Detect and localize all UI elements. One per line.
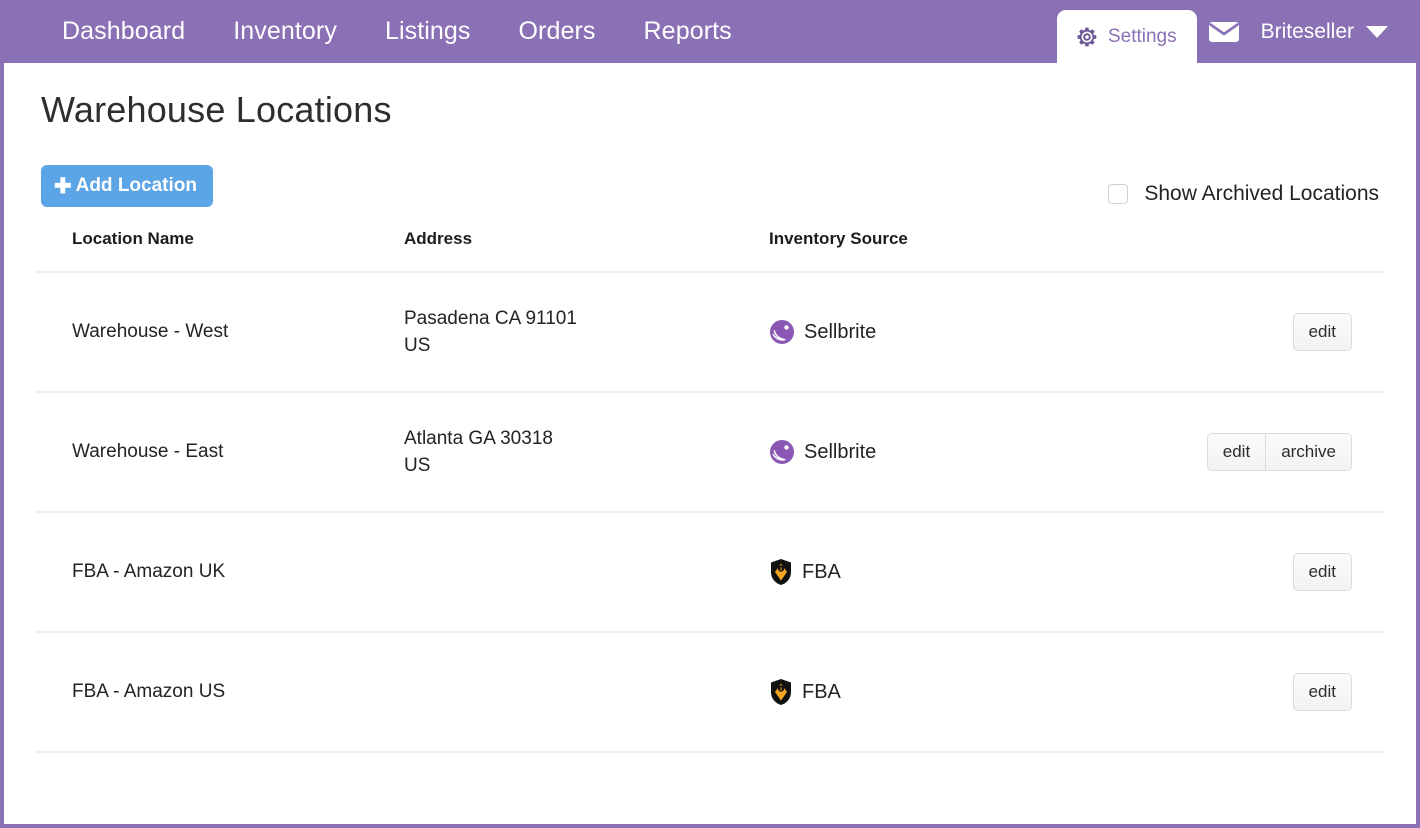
cell-address: Atlanta GA 30318 US (404, 392, 769, 513)
tab-settings-label: Settings (1107, 25, 1177, 47)
table-body: Warehouse - West Pasadena CA 91101 US Se… (36, 272, 1384, 753)
edit-button[interactable]: edit (1292, 553, 1352, 591)
amazon-fba-shield-icon: a (771, 679, 791, 705)
table-header-row: Location Name Address Inventory Source (36, 221, 1384, 273)
svg-text:a: a (780, 686, 783, 692)
column-header-address: Address (404, 221, 769, 273)
page-content: Warehouse Locations ✚ Add Location Show … (4, 89, 1416, 753)
address-line-2: US (404, 335, 431, 356)
cell-address (404, 632, 769, 753)
row-action-group: edit (1292, 313, 1352, 351)
amazon-fba-shield-icon: a (771, 559, 791, 585)
cell-address: Pasadena CA 91101 US (404, 272, 769, 393)
sellbrite-logo-icon (770, 440, 794, 464)
account-menu[interactable]: Briteseller (1251, 0, 1402, 63)
archive-button[interactable]: archive (1266, 433, 1352, 471)
table-row: FBA - Amazon US a FBA edit (36, 632, 1384, 753)
gear-icon (1077, 27, 1097, 46)
cell-inventory-source: Sellbrite (769, 272, 1189, 393)
row-action-group: edit archive (1206, 433, 1352, 471)
add-location-button[interactable]: ✚ Add Location (41, 165, 213, 207)
table-row: Warehouse - West Pasadena CA 91101 US Se… (36, 272, 1384, 393)
nav-item-listings[interactable]: Listings (385, 0, 471, 63)
warehouse-locations-table: Location Name Address Inventory Source W… (36, 221, 1384, 753)
show-archived-label: Show Archived Locations (1144, 182, 1379, 205)
inventory-source-label: Sellbrite (804, 440, 877, 463)
row-action-group: edit (1292, 553, 1352, 591)
show-archived-checkbox[interactable] (1108, 184, 1129, 204)
locations-toolbar: ✚ Add Location Show Archived Locations (36, 165, 1384, 207)
table-row: FBA - Amazon UK a FBA edit (36, 512, 1384, 633)
account-name: Briteseller (1260, 19, 1354, 43)
primary-nav: Dashboard Inventory Listings Orders Repo… (4, 0, 732, 63)
cell-location-name: FBA - Amazon US (36, 632, 404, 753)
show-archived-toggle[interactable]: Show Archived Locations (1108, 166, 1379, 206)
messages-button[interactable] (1197, 0, 1251, 63)
address-line-1: Pasadena CA 91101 (404, 308, 577, 329)
add-location-label: Add Location (75, 175, 197, 196)
nav-item-dashboard[interactable]: Dashboard (62, 0, 185, 63)
chevron-down-icon (1366, 25, 1388, 38)
cell-actions: edit (1189, 272, 1384, 393)
cell-location-name: Warehouse - West (36, 272, 404, 393)
edit-button[interactable]: edit (1206, 433, 1267, 471)
page-title: Warehouse Locations (41, 89, 392, 130)
inventory-source-label: FBA (802, 680, 841, 703)
top-navigation-bar: Dashboard Inventory Listings Orders Repo… (4, 0, 1416, 63)
tab-settings[interactable]: Settings (1056, 10, 1197, 63)
nav-right-cluster: Settings Briteseller (1056, 0, 1416, 63)
cell-actions: edit archive (1189, 392, 1384, 513)
app-window: Dashboard Inventory Listings Orders Repo… (0, 0, 1420, 828)
address-line-2: US (404, 455, 431, 476)
cell-inventory-source: a FBA (769, 512, 1189, 633)
edit-button[interactable]: edit (1292, 313, 1352, 351)
cell-inventory-source: Sellbrite (769, 392, 1189, 513)
nav-item-reports[interactable]: Reports (644, 0, 732, 63)
inventory-source-label: Sellbrite (804, 320, 877, 343)
cell-location-name: FBA - Amazon UK (36, 512, 404, 633)
edit-button[interactable]: edit (1292, 673, 1352, 711)
nav-item-orders[interactable]: Orders (519, 0, 596, 63)
svg-text:a: a (780, 566, 783, 572)
address-line-1: Atlanta GA 30318 (404, 428, 553, 449)
column-header-inventory-source: Inventory Source (769, 221, 1189, 273)
cell-address (404, 512, 769, 633)
table-row: Warehouse - East Atlanta GA 30318 US Sel… (36, 392, 1384, 513)
table-header: Location Name Address Inventory Source (36, 221, 1384, 273)
inventory-source-label: FBA (802, 560, 841, 583)
column-header-actions (1189, 221, 1384, 273)
cell-actions: edit (1189, 512, 1384, 633)
row-action-group: edit (1292, 673, 1352, 711)
cell-inventory-source: a FBA (769, 632, 1189, 753)
plus-icon: ✚ (54, 174, 72, 198)
sellbrite-logo-icon (770, 320, 794, 344)
cell-actions: edit (1189, 632, 1384, 753)
nav-item-inventory[interactable]: Inventory (233, 0, 337, 63)
cell-location-name: Warehouse - East (36, 392, 404, 513)
column-header-location-name: Location Name (36, 221, 404, 273)
envelope-icon (1208, 21, 1239, 42)
